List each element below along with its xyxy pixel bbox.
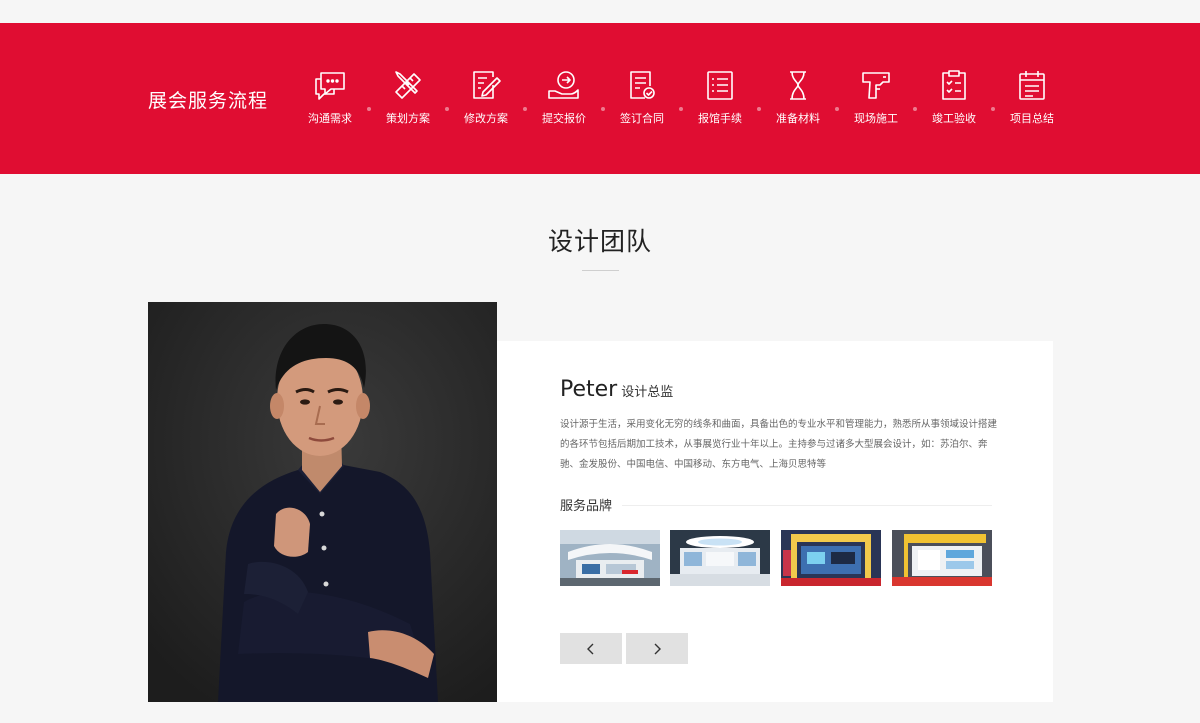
calendar-list-icon — [1019, 71, 1045, 100]
step-contract[interactable]: 签订合同 — [603, 69, 681, 126]
member-name: Peter — [560, 377, 618, 402]
step-acceptance[interactable]: 竣工验收 — [915, 69, 993, 126]
hourglass-icon — [790, 71, 806, 100]
booth-photo-icon — [670, 530, 770, 586]
page: 展会服务流程 沟通需求 策划方案 修改方案 提交报价 签订合同 报馆手续 准备材… — [0, 0, 1200, 723]
brand-thumbnail[interactable] — [560, 530, 660, 586]
chevron-right-icon — [654, 643, 661, 654]
process-steps: 沟通需求 策划方案 修改方案 提交报价 签订合同 报馆手续 准备材料 现场施工 … — [291, 69, 1071, 149]
brands-divider — [620, 505, 992, 506]
team-member-card: Peter 设计总监 设计源于生活，采用变化无穷的线条和曲面，具备出色的专业水平和… — [497, 341, 1053, 702]
step-label: 竣工验收 — [932, 112, 976, 125]
drill-icon — [862, 72, 890, 99]
step-materials[interactable]: 准备材料 — [759, 69, 837, 126]
checklist-icon — [707, 71, 733, 100]
member-role: 设计总监 — [621, 385, 674, 400]
member-heading: Peter 设计总监 — [560, 377, 673, 402]
brand-thumbnails — [560, 530, 1000, 586]
ruler-pencil-icon — [395, 71, 421, 99]
member-bio: 设计源于生活，采用变化无穷的线条和曲面，具备出色的专业水平和管理能力，熟悉所从事… — [560, 419, 998, 470]
step-revise[interactable]: 修改方案 — [447, 69, 525, 126]
hand-offer-icon — [548, 71, 579, 99]
step-registration[interactable]: 报馆手续 — [681, 69, 759, 126]
step-communicate[interactable]: 沟通需求 — [291, 69, 369, 126]
chevron-left-icon — [587, 643, 594, 654]
step-label: 提交报价 — [542, 112, 586, 125]
portrait-image — [148, 302, 497, 702]
process-banner: 展会服务流程 沟通需求 策划方案 修改方案 提交报价 签订合同 报馆手续 准备材… — [0, 23, 1200, 174]
step-label: 策划方案 — [386, 112, 430, 125]
edit-document-icon — [473, 71, 501, 99]
contract-check-icon — [630, 71, 655, 99]
step-plan[interactable]: 策划方案 — [369, 69, 447, 126]
step-label: 现场施工 — [854, 112, 898, 125]
booth-photo-icon — [892, 530, 992, 586]
next-button[interactable] — [626, 633, 688, 664]
booth-photo-icon — [781, 530, 881, 586]
brands-heading: 服务品牌 — [560, 495, 992, 515]
brand-thumbnail[interactable] — [892, 530, 992, 586]
brand-thumbnail[interactable] — [781, 530, 881, 586]
step-quote[interactable]: 提交报价 — [525, 69, 603, 126]
booth-photo-icon — [560, 530, 660, 586]
section-divider — [582, 270, 619, 271]
step-label: 修改方案 — [464, 112, 508, 125]
section-title: 设计团队 — [547, 227, 652, 256]
brands-title: 服务品牌 — [560, 495, 623, 514]
prev-button[interactable] — [560, 633, 622, 664]
team-member-photo — [148, 302, 497, 702]
chat-bubble-icon — [315, 72, 345, 100]
step-label: 报馆手续 — [698, 112, 742, 125]
step-label: 沟通需求 — [308, 112, 352, 125]
step-construction[interactable]: 现场施工 — [837, 69, 915, 126]
clipboard-check-icon — [942, 70, 966, 100]
process-title: 展会服务流程 — [148, 90, 269, 112]
step-label: 项目总结 — [1010, 112, 1054, 125]
step-label: 签订合同 — [620, 112, 664, 125]
brand-thumbnail[interactable] — [670, 530, 770, 586]
step-label: 准备材料 — [776, 112, 820, 125]
step-summary[interactable]: 项目总结 — [993, 69, 1071, 126]
